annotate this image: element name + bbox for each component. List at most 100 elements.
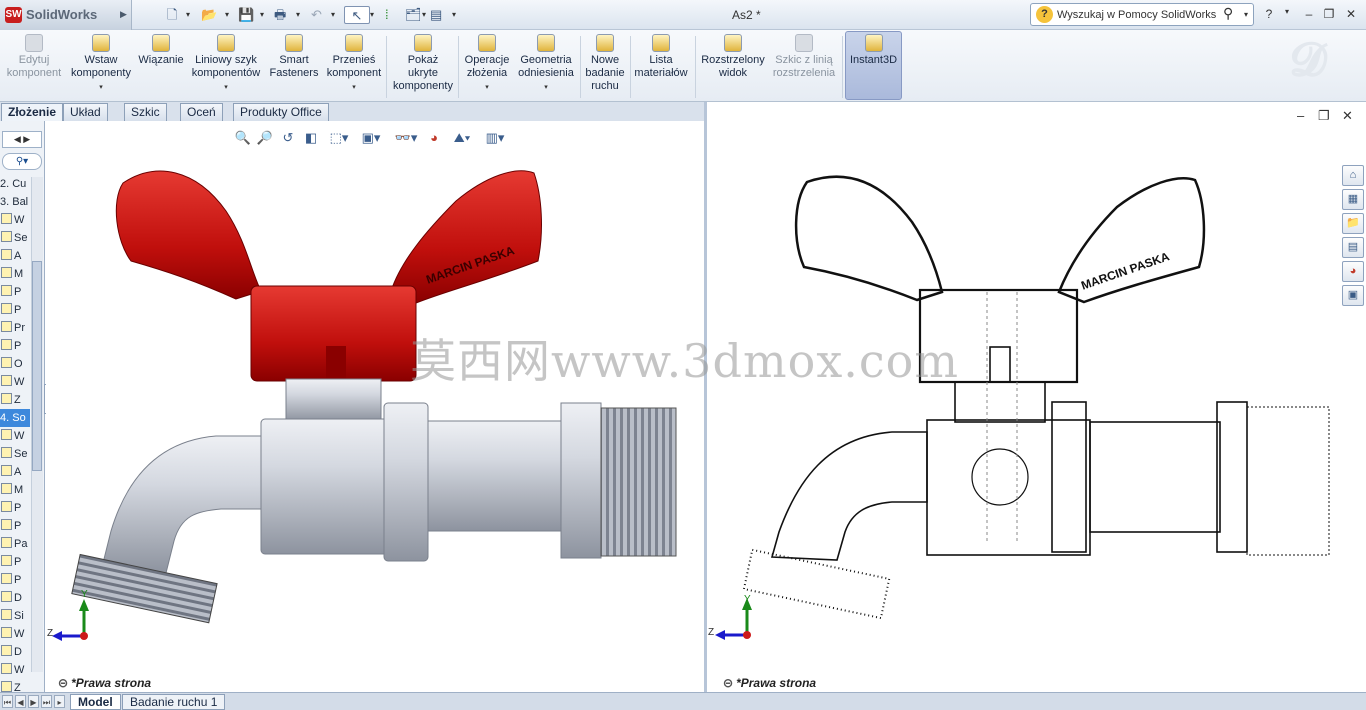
- bill-of-materials-button[interactable]: Lista materiałów: [634, 34, 688, 100]
- apply-scene-icon[interactable]: ⛰▾: [448, 127, 476, 149]
- tab-office-products[interactable]: Produkty Office: [233, 103, 329, 121]
- previous-view-icon[interactable]: ↺: [279, 127, 297, 149]
- undo-icon[interactable]: ↶: [311, 6, 322, 24]
- tree-item[interactable]: P: [0, 301, 30, 319]
- section-view-icon[interactable]: ◧: [302, 127, 320, 149]
- tree-item[interactable]: 3. Bal: [0, 193, 30, 211]
- first-tab-icon[interactable]: ⏮: [2, 695, 13, 708]
- print-dropdown[interactable]: ▾: [296, 6, 300, 24]
- search-dropdown-icon[interactable]: ▾: [1244, 10, 1248, 19]
- tab-motion-study-1[interactable]: Badanie ruchu 1: [122, 694, 226, 710]
- view-palette-icon[interactable]: ▤: [1342, 237, 1364, 258]
- tree-item[interactable]: D: [0, 643, 30, 661]
- tree-item[interactable]: W: [0, 211, 30, 229]
- edit-component-button[interactable]: Edytuj komponent: [5, 34, 63, 100]
- insert-components-button[interactable]: Wstaw komponenty ▾: [68, 34, 134, 100]
- tree-item[interactable]: P: [0, 337, 30, 355]
- file-explorer-icon[interactable]: 📁: [1342, 213, 1364, 234]
- select-dropdown[interactable]: ▾: [370, 6, 374, 24]
- options-dropdown[interactable]: ▾: [452, 6, 456, 24]
- undo-dropdown[interactable]: ▾: [331, 6, 335, 24]
- last-tab-icon[interactable]: ⏭: [41, 695, 52, 708]
- tree-item[interactable]: 4. So: [0, 409, 30, 427]
- save-dropdown[interactable]: ▾: [260, 6, 264, 24]
- chevron-down-icon[interactable]: ▾: [462, 81, 512, 94]
- open-folder-icon[interactable]: 📂: [201, 6, 217, 24]
- tree-item[interactable]: A: [0, 247, 30, 265]
- help-icon[interactable]: ?: [1262, 7, 1276, 21]
- tree-item[interactable]: W: [0, 661, 30, 679]
- reference-geometry-button[interactable]: Geometria odniesienia ▾: [516, 34, 576, 100]
- new-motion-study-button[interactable]: Nowe badanie ruchu: [584, 34, 626, 100]
- zoom-to-fit-icon[interactable]: 🔍: [234, 127, 252, 149]
- open-dropdown[interactable]: ▾: [225, 6, 229, 24]
- tree-item[interactable]: 2. Cu: [0, 175, 30, 193]
- tree-item[interactable]: O: [0, 355, 30, 373]
- home-icon[interactable]: ⌂: [1342, 165, 1364, 186]
- design-library-icon[interactable]: ▦: [1342, 189, 1364, 210]
- new-document-icon[interactable]: 🗋: [167, 6, 177, 24]
- tree-item[interactable]: Z: [0, 679, 30, 692]
- tab-layout[interactable]: Układ: [63, 103, 108, 121]
- tree-nav-arrows[interactable]: ◀ ▶: [2, 131, 42, 148]
- new-dropdown[interactable]: ▾: [186, 6, 190, 24]
- assembly-features-button[interactable]: Operacje złożenia ▾: [462, 34, 512, 100]
- options-icon[interactable]: ▤: [430, 6, 442, 24]
- print-icon[interactable]: 🖶: [274, 6, 286, 24]
- tree-scroll-thumb[interactable]: [32, 261, 42, 471]
- zoom-to-area-icon[interactable]: 🔎: [256, 127, 274, 149]
- view-orientation-icon[interactable]: ⬚▾: [326, 127, 352, 149]
- move-component-button[interactable]: Przenieś komponent ▾: [325, 34, 383, 100]
- tree-item[interactable]: Pr: [0, 319, 30, 337]
- smart-fasteners-button[interactable]: Smart Fasteners: [266, 34, 322, 100]
- solidworks-menu-button[interactable]: SW SolidWorks ▶: [0, 0, 132, 30]
- tree-item[interactable]: P: [0, 553, 30, 571]
- tab-evaluate[interactable]: Oceń: [180, 103, 223, 121]
- exploded-view-button[interactable]: Rozstrzelony widok: [700, 34, 766, 100]
- tab-assembly[interactable]: Złożenie: [1, 103, 64, 121]
- select-pointer-icon[interactable]: ↖: [344, 6, 370, 24]
- file-properties-icon[interactable]: 🗂: [405, 6, 422, 24]
- tree-item[interactable]: P: [0, 499, 30, 517]
- mate-button[interactable]: Wiązanie: [136, 34, 186, 100]
- tree-item[interactable]: Z: [0, 391, 30, 409]
- tree-item[interactable]: P: [0, 571, 30, 589]
- graphics-viewport-left[interactable]: MARCIN PASKA Y Z: [46, 121, 706, 692]
- tree-item[interactable]: M: [0, 481, 30, 499]
- graphics-viewport-right[interactable]: MARCIN PASKA Y Z: [707, 102, 1366, 692]
- viewport-minimize-icon[interactable]: –: [1297, 108, 1304, 123]
- custom-properties-icon[interactable]: ▣: [1342, 285, 1364, 306]
- help-dropdown-icon[interactable]: ▾: [1280, 7, 1294, 16]
- show-hidden-components-button[interactable]: Pokaż ukryte komponenty: [390, 34, 456, 100]
- display-style-icon[interactable]: ▣▾: [358, 127, 384, 149]
- viewport-close-icon[interactable]: ✕: [1342, 108, 1353, 124]
- more-tabs-icon[interactable]: ▸: [54, 695, 65, 708]
- viewport-restore-icon[interactable]: ❐: [1318, 108, 1330, 124]
- minimize-icon[interactable]: –: [1302, 7, 1316, 21]
- linear-component-pattern-button[interactable]: Liniowy szyk komponentów ▾: [190, 34, 262, 100]
- view-settings-icon[interactable]: ▥▾: [480, 127, 510, 149]
- tree-item[interactable]: M: [0, 265, 30, 283]
- prev-tab-icon[interactable]: ◀: [15, 695, 26, 708]
- chevron-down-icon[interactable]: ▾: [325, 81, 383, 94]
- tree-item[interactable]: D: [0, 589, 30, 607]
- rebuild-traffic-light-icon[interactable]: ⁞: [385, 6, 389, 24]
- filter-icon[interactable]: ⚲▾: [2, 153, 42, 170]
- close-icon[interactable]: ✕: [1344, 7, 1358, 21]
- tree-item[interactable]: W: [0, 625, 30, 643]
- search-icon[interactable]: ⚲: [1223, 5, 1233, 22]
- help-search-input[interactable]: Wyszukaj w Pomocy SolidWorks: [1057, 9, 1217, 21]
- tree-item[interactable]: Se: [0, 445, 30, 463]
- tree-item[interactable]: P: [0, 517, 30, 535]
- restore-icon[interactable]: ❐: [1322, 7, 1336, 21]
- tree-item[interactable]: P: [0, 283, 30, 301]
- tab-model[interactable]: Model: [70, 694, 121, 710]
- tree-item[interactable]: W: [0, 373, 30, 391]
- explode-line-sketch-button[interactable]: Szkic z linią rozstrzelenia: [772, 34, 836, 100]
- hide-show-items-icon[interactable]: 👓▾: [392, 127, 420, 149]
- next-tab-icon[interactable]: ▶: [28, 695, 39, 708]
- help-search-box[interactable]: ? Wyszukaj w Pomocy SolidWorks ⚲ ▾: [1030, 3, 1254, 26]
- instant3d-button[interactable]: Instant3D: [845, 34, 902, 100]
- tree-item[interactable]: W: [0, 427, 30, 445]
- chevron-down-icon[interactable]: ▾: [68, 81, 134, 94]
